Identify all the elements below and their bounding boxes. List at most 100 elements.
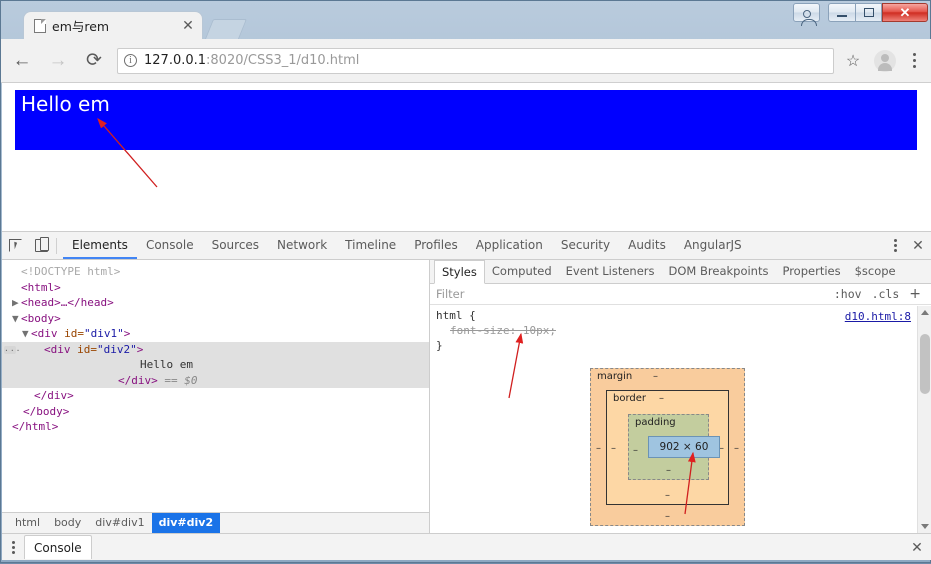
console-drawer: Console ✕ [2,533,931,560]
breadcrumb-item-html[interactable]: html [8,513,47,533]
page-div2: Hello em [15,90,917,150]
css-declaration-font-size[interactable]: font-size: 10px; [436,323,925,338]
add-rule-button[interactable]: + [909,286,921,302]
expand-ellipsis-badge[interactable]: ... [4,344,20,354]
collapse-triangle-icon[interactable]: ▼ [22,326,31,342]
div1-attr-value: "div1" [84,327,124,340]
drawer-close-button[interactable]: ✕ [903,539,931,556]
styles-tab-styles[interactable]: Styles [434,260,485,284]
url-path: :8020/CSS3_1/d10.html [206,53,360,68]
box-model-content[interactable]: 902 × 60 [648,436,720,458]
devtools-tab-profiles[interactable]: Profiles [405,232,467,259]
page-favicon-icon [34,18,46,33]
devtools-tab-timeline[interactable]: Timeline [336,232,405,259]
device-toolbar-icon [34,237,49,252]
dom-line-html-close: </html> [2,419,429,435]
dom-line-head[interactable]: ▶ <head>…</head> [2,295,429,311]
dom-line-body-open[interactable]: ▼ <body> [2,311,429,327]
elements-tree-pane: <!DOCTYPE html> <html> ▶ <head>…</head> ▼… [2,260,430,533]
devtools-panel: Elements Console Sources Network Timelin… [2,231,931,533]
body-open-tag: <body> [21,311,61,325]
breadcrumb-item-div1[interactable]: div#div1 [88,513,151,533]
styles-scrollbar-thumb[interactable] [920,334,930,394]
browser-tab[interactable]: em与rem ✕ [23,11,203,39]
bookmark-star-icon[interactable]: ☆ [840,48,866,74]
new-tab-button[interactable] [204,19,248,39]
dom-line-div1-open[interactable]: ▼ <div id="div1"> [2,326,429,342]
avatar[interactable] [874,49,896,72]
scroll-up-arrow-icon[interactable] [921,310,929,315]
dom-line-div2-open[interactable]: ... <div id="div2"> [2,341,429,357]
padding-bottom-value[interactable]: – [666,465,671,476]
devtools-more-button[interactable] [885,233,905,259]
inspect-element-button[interactable] [2,233,28,259]
forward-button[interactable]: → [43,46,73,76]
margin-bottom-value[interactable]: – [665,511,670,522]
menu-dot [912,65,916,68]
devtools-tab-application[interactable]: Application [467,232,552,259]
tab-strip: em与rem ✕ [1,9,931,39]
padding-left-value[interactable]: – [633,445,638,456]
html-open-tag: <html> [21,280,61,294]
breadcrumb-item-div2[interactable]: div#div2 [151,513,221,533]
cls-toggle[interactable]: .cls [872,287,900,301]
page-viewport: Hello em [2,83,931,231]
expand-triangle-icon[interactable]: ▶ [12,295,21,311]
back-button[interactable]: ← [7,46,37,76]
border-left-value[interactable]: – [611,443,616,454]
div1-attr-name: id [64,327,78,340]
styles-tab-bar: Styles Computed Event Listeners DOM Brea… [430,260,931,284]
toolbar-divider [56,237,57,254]
devtools-tab-elements[interactable]: Elements [63,232,137,259]
margin-label: margin [597,371,633,382]
scroll-down-arrow-icon[interactable] [921,524,929,529]
chrome-menu-button[interactable] [902,47,926,75]
hov-toggle[interactable]: :hov [834,287,862,301]
reload-button[interactable]: ⟳ [79,46,109,76]
devtools-tab-sources[interactable]: Sources [203,232,268,259]
styles-tab-event-listeners[interactable]: Event Listeners [559,260,662,283]
border-bottom-value[interactable]: – [665,490,670,501]
filter-input[interactable]: Filter [436,287,464,301]
drawer-tab-console[interactable]: Console [24,535,92,559]
collapse-triangle-icon[interactable]: ▼ [12,311,21,327]
styles-scrollbar[interactable] [917,306,931,533]
devtools-close-button[interactable]: ✕ [905,233,931,259]
tab-close-icon[interactable]: ✕ [180,17,196,34]
menu-dot [893,244,897,247]
border-top-value[interactable]: – [659,393,664,404]
div1-tag-name: div [37,327,58,340]
breadcrumb-item-body[interactable]: body [47,513,88,533]
device-toolbar-button[interactable] [28,233,54,259]
styles-tab-scope[interactable]: $scope [848,260,903,283]
url-text: 127.0.0.1:8020/CSS3_1/d10.html [144,53,359,68]
devtools-body: <!DOCTYPE html> <html> ▶ <head>…</head> ▼… [2,260,931,533]
styles-tab-computed[interactable]: Computed [485,260,559,283]
devtools-tab-security[interactable]: Security [552,232,619,259]
css-rule-block: html { font-size: 10px; } d10.html:8 [430,305,931,356]
css-rule-close-brace: } [436,339,443,352]
styles-filter-row: Filter :hov .cls + [430,284,931,305]
selected-node-ref: == $0 [164,373,198,387]
div2-text-node: Hello em [140,358,193,371]
devtools-tab-angularjs[interactable]: AngularJS [675,232,751,259]
styles-tab-dom-breakpoints[interactable]: DOM Breakpoints [662,260,776,283]
devtools-tab-console[interactable]: Console [137,232,203,259]
devtools-tab-audits[interactable]: Audits [619,232,675,259]
dom-line-text-node[interactable]: Hello em [2,357,429,373]
css-source-link[interactable]: d10.html:8 [845,309,911,324]
styles-tab-properties[interactable]: Properties [775,260,847,283]
margin-right-value[interactable]: – [734,443,739,454]
margin-top-value[interactable]: – [653,371,658,382]
dom-line-div2-close[interactable]: </div> == $0 [2,372,429,388]
browser-toolbar: ← → ⟳ i 127.0.0.1:8020/CSS3_1/d10.html ☆ [1,39,931,83]
head-tag: <head>…</head> [21,296,114,309]
margin-left-value[interactable]: – [596,443,601,454]
address-bar[interactable]: i 127.0.0.1:8020/CSS3_1/d10.html [117,47,834,74]
menu-dot [893,239,897,242]
devtools-tab-network[interactable]: Network [268,232,336,259]
page-info-icon[interactable]: i [124,54,137,67]
menu-dot [11,550,15,554]
drawer-more-button[interactable] [2,534,24,560]
